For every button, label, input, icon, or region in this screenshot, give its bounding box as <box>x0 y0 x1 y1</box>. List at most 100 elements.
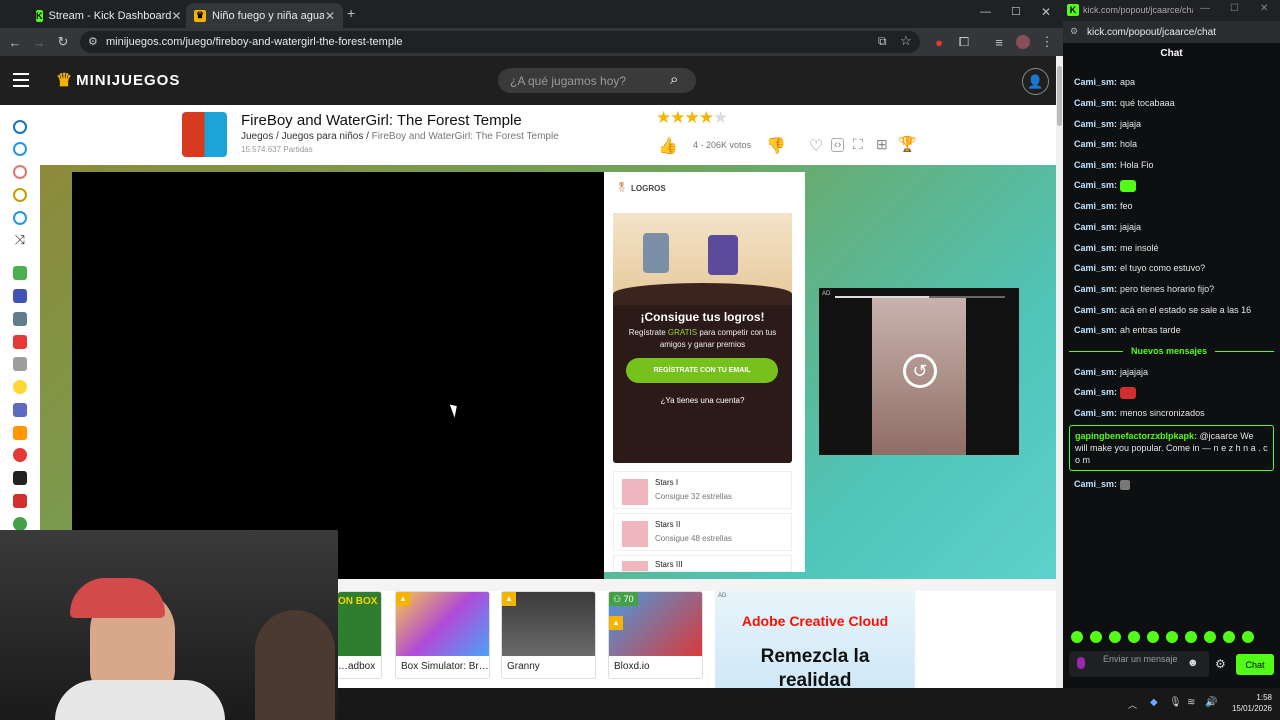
close-tab-icon[interactable]: ✕ <box>325 9 335 23</box>
minimize-icon[interactable]: — <box>1200 3 1210 14</box>
category-world-icon[interactable] <box>13 517 27 531</box>
emote-icon[interactable] <box>1223 631 1235 643</box>
category-popular-icon[interactable] <box>13 142 27 156</box>
chat-input[interactable]: Enviar un mensaje ☻ <box>1069 651 1209 677</box>
video-ad[interactable]: AD ↺ <box>819 288 1019 455</box>
chat-username[interactable]: Cami_sm: <box>1074 180 1117 190</box>
tray-app-icon[interactable]: ◆ <box>1150 697 1158 708</box>
close-window-icon[interactable]: ✕ <box>1260 3 1268 14</box>
back-icon[interactable]: ← <box>6 33 24 51</box>
chat-settings-icon[interactable]: ⚙ <box>1215 657 1226 671</box>
emote-icon[interactable] <box>1109 631 1121 643</box>
microphone-icon[interactable] <box>1077 657 1085 669</box>
category-cards-icon[interactable] <box>13 471 27 485</box>
banner-ad[interactable]: AD Adobe Creative Cloud Remezcla la real… <box>715 591 915 688</box>
emote-icon[interactable] <box>1242 631 1254 643</box>
extensions-puzzle-icon[interactable]: ⧠ <box>955 33 973 51</box>
user-account-icon[interactable]: 👤 <box>1022 68 1049 95</box>
category-random-icon[interactable]: ⤨ <box>13 233 27 247</box>
emote-icon[interactable] <box>1128 631 1140 643</box>
chat-username[interactable]: gapingbenefactorzxblpkapk: <box>1075 431 1197 441</box>
chat-username[interactable]: Cami_sm: <box>1074 222 1117 232</box>
emote-icon[interactable] <box>1185 631 1197 643</box>
category-action-icon[interactable] <box>13 312 27 326</box>
tab-minijuegos[interactable]: ♛ Niño fuego y niña agua - Fireb… ✕ <box>186 3 343 28</box>
bookmark-star-icon[interactable]: ☆ <box>900 33 912 49</box>
chat-username[interactable]: Cami_sm: <box>1074 263 1117 273</box>
chat-username[interactable]: Cami_sm: <box>1074 77 1117 87</box>
chat-username[interactable]: Cami_sm: <box>1074 387 1117 397</box>
new-tab-icon[interactable]: + <box>347 6 361 20</box>
tray-chevron-icon[interactable]: ︿ <box>1128 698 1137 711</box>
login-link[interactable]: ¿Ya tienes una cuenta? <box>613 396 792 405</box>
extension-record-icon[interactable]: ● <box>930 33 948 51</box>
embed-code-icon[interactable]: ‹› <box>831 138 845 152</box>
search-icon[interactable]: ⌕ <box>670 71 678 88</box>
emote-icon[interactable] <box>1090 631 1102 643</box>
category-arcade-icon[interactable] <box>13 380 27 394</box>
emoji-icon[interactable]: ☻ <box>1187 657 1199 669</box>
game-card[interactable]: ON BOX …adbox <box>338 591 382 679</box>
volume-icon[interactable]: 🔊 <box>1205 697 1217 708</box>
category-sports-icon[interactable] <box>13 335 27 349</box>
install-app-icon[interactable]: ⧉ <box>878 34 887 49</box>
rating-stars[interactable]: ★★★★★ <box>656 108 728 128</box>
add-to-list-icon[interactable]: ⊞ <box>876 136 888 153</box>
category-history-icon[interactable] <box>13 211 27 225</box>
thumbs-up-icon[interactable]: 👍 <box>658 136 678 156</box>
register-email-button[interactable]: REGÍSTRATE CON TU EMAIL <box>626 358 778 383</box>
trophy-icon[interactable]: 🏆 <box>898 135 917 153</box>
category-multiplayer-icon[interactable] <box>13 289 27 303</box>
fullscreen-icon[interactable]: ⛶ <box>853 136 863 153</box>
category-animals-icon[interactable] <box>13 426 27 440</box>
media-controls-icon[interactable]: ≡ <box>990 33 1008 51</box>
thumbs-down-icon[interactable]: 👎 <box>766 136 786 156</box>
chat-username[interactable]: Cami_sm: <box>1074 325 1117 335</box>
close-tab-icon[interactable]: ✕ <box>171 9 181 23</box>
tab-kick-dashboard[interactable]: K Stream - Kick Dashboard ✕ <box>28 3 182 28</box>
close-window-icon[interactable]: ✕ <box>1041 5 1051 19</box>
chat-username[interactable]: Cami_sm: <box>1074 367 1117 377</box>
game-card[interactable]: ▲ Granny <box>501 591 596 679</box>
forward-icon[interactable]: → <box>30 33 48 51</box>
chat-username[interactable]: Cami_sm: <box>1074 139 1117 149</box>
chat-username[interactable]: Cami_sm: <box>1074 243 1117 253</box>
emote-icon[interactable] <box>1147 631 1159 643</box>
emote-icon[interactable] <box>1071 631 1083 643</box>
category-favorites-icon[interactable] <box>13 165 27 179</box>
site-logo[interactable]: ♛ MINIJUEGOS <box>56 70 180 91</box>
minimize-icon[interactable]: — <box>980 6 991 18</box>
replay-icon[interactable]: ↺ <box>903 354 937 388</box>
browser-menu-icon[interactable]: ⋮ <box>1038 33 1056 51</box>
category-girls-icon[interactable] <box>13 494 27 508</box>
chat-username[interactable]: Cami_sm: <box>1074 284 1117 294</box>
search-input[interactable]: ¿A qué jugamos hoy? ⌕ <box>498 68 696 93</box>
address-bar[interactable]: ⚙ minijuegos.com/juego/fireboy-and-water… <box>80 31 920 53</box>
game-canvas[interactable] <box>72 172 604 579</box>
wifi-icon[interactable]: ≋ <box>1187 697 1195 708</box>
clock[interactable]: 1:58 15/01/2026 <box>1218 692 1272 714</box>
chat-username[interactable]: Cami_sm: <box>1074 479 1117 489</box>
emote-icon[interactable] <box>1204 631 1216 643</box>
chat-username[interactable]: Cami_sm: <box>1074 305 1117 315</box>
hamburger-menu-icon[interactable] <box>13 73 29 87</box>
chat-username[interactable]: Cami_sm: <box>1074 201 1117 211</box>
heart-icon[interactable]: ♡ <box>809 136 823 156</box>
category-racing-icon[interactable] <box>13 357 27 371</box>
profile-avatar-icon[interactable] <box>1014 33 1032 51</box>
category-puzzle-icon[interactable] <box>13 266 27 280</box>
chat-username[interactable]: Cami_sm: <box>1074 408 1117 418</box>
chat-username[interactable]: Cami_sm: <box>1074 160 1117 170</box>
category-pokemon-icon[interactable] <box>13 448 27 462</box>
chat-username[interactable]: Cami_sm: <box>1074 98 1117 108</box>
category-check-icon[interactable] <box>13 188 27 202</box>
send-chat-button[interactable]: Chat <box>1236 654 1274 675</box>
site-info-icon[interactable]: ⚙ <box>88 35 98 48</box>
category-new-icon[interactable] <box>13 120 27 134</box>
game-card[interactable]: ⚇ 70 ▲ Bloxd.io <box>608 591 703 679</box>
breadcrumb-ninos[interactable]: Juegos para niños <box>282 131 364 142</box>
tray-mic-icon[interactable]: 🎙 <box>1169 697 1182 708</box>
breadcrumb-juegos[interactable]: Juegos <box>241 131 273 142</box>
reload-icon[interactable]: ↻ <box>54 33 72 51</box>
emote-icon[interactable] <box>1166 631 1178 643</box>
